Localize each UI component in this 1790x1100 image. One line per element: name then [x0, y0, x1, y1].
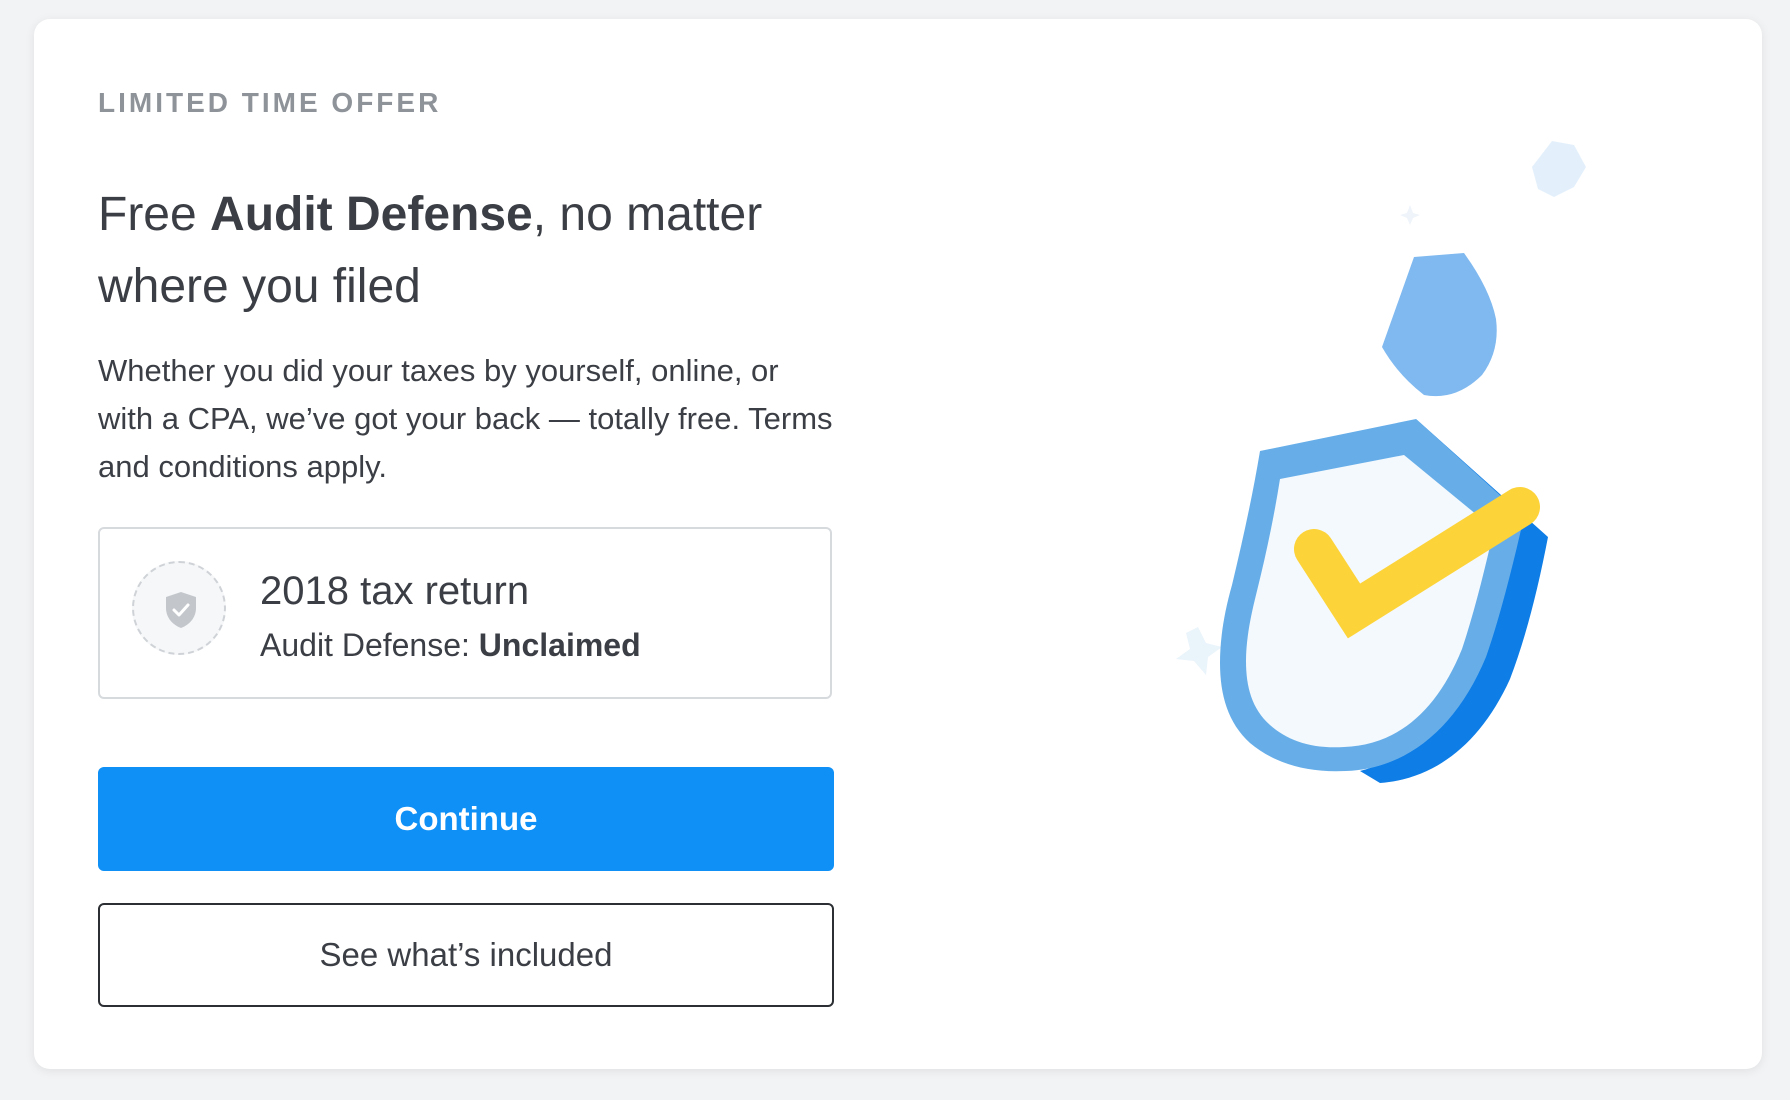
offer-card: LIMITED TIME OFFER Free Audit Defense, n…: [34, 19, 1762, 1069]
audit-defense-label: Audit Defense:: [260, 627, 479, 663]
tax-return-status-card: 2018 tax return Audit Defense: Unclaimed: [98, 527, 832, 699]
shield-checkmark-illustration: [1134, 119, 1614, 819]
shield-check-icon: [132, 561, 226, 655]
decor-sparkle-left: [1176, 627, 1222, 675]
see-whats-included-button[interactable]: See what’s included: [98, 903, 834, 1007]
offer-eyebrow: LIMITED TIME OFFER: [98, 87, 442, 118]
headline-prefix: Free: [98, 188, 211, 241]
tax-return-title: 2018 tax return: [260, 569, 530, 613]
audit-defense-status: Audit Defense: Unclaimed: [260, 627, 641, 664]
decor-blob-medium: [1382, 253, 1497, 397]
audit-defense-value: Unclaimed: [478, 627, 641, 663]
decor-blob-small: [1532, 141, 1586, 197]
decor-sparkle-top: [1400, 205, 1420, 225]
offer-description: Whether you did your taxes by yourself, …: [98, 353, 833, 484]
continue-button[interactable]: Continue: [98, 767, 834, 871]
offer-headline: Free Audit Defense, no matter where you …: [98, 179, 834, 323]
headline-emphasis: Audit Defense: [210, 188, 533, 241]
